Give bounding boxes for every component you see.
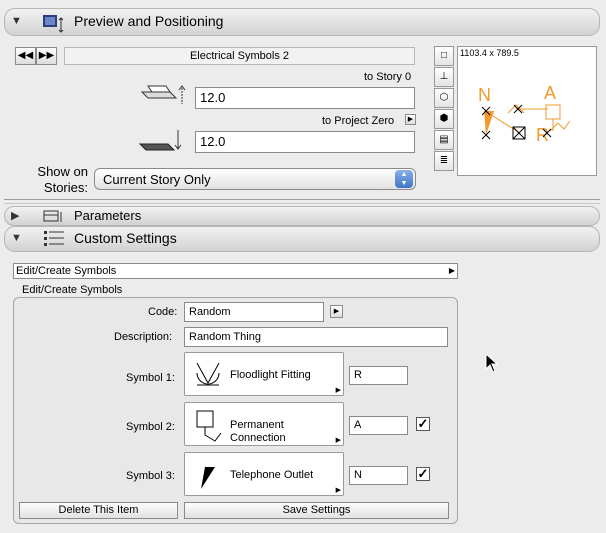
group-label: Edit/Create Symbols [22, 284, 123, 296]
list-view-button[interactable]: ≣ [434, 151, 454, 171]
to-story-label: to Story 0 [364, 71, 412, 83]
section-view-button[interactable]: ⊥ [434, 67, 454, 87]
select-arrows-icon: ▲ ▼ [395, 170, 413, 188]
preview-letter-a: A [544, 83, 556, 103]
next-symbol-button[interactable]: ▶▶ [36, 47, 57, 65]
preview-symbols-drawing: N A R [478, 83, 571, 145]
bottom-offset-field[interactable]: 12.0 [195, 131, 415, 153]
symbol-1-name: Floodlight Fitting [230, 369, 311, 381]
corner-arrow-icon: ▶ [335, 387, 341, 394]
show-on-stories-label: Show on Stories: [32, 164, 88, 196]
symbol-2-checkbox[interactable]: ✓ [416, 417, 430, 431]
bottom-offset-icon [138, 130, 182, 151]
symbol-1-letter-field[interactable]: R [349, 366, 408, 385]
description-field[interactable]: Random Thing [184, 327, 448, 347]
symbol-3-label: Symbol 3: [126, 470, 175, 482]
preview-letter-n: N [478, 85, 491, 105]
symbol-2-label: Symbol 2: [126, 421, 175, 433]
show-on-label: Show on [37, 164, 88, 179]
symbol-3-letter-field[interactable]: N [349, 466, 408, 485]
separator-top [4, 199, 600, 200]
custom-settings-section-icon [44, 231, 64, 246]
plan-view-button[interactable]: □ [434, 46, 454, 66]
preview-section-icon [43, 15, 64, 33]
show-on-stories-select[interactable]: Current Story Only ▲ ▼ [94, 168, 416, 190]
code-label: Code: [148, 306, 178, 318]
save-settings-button[interactable]: Save Settings [184, 502, 449, 519]
preview-section-title: Preview and Positioning [74, 13, 224, 29]
permanent-connection-icon [196, 410, 222, 442]
symbol-2-name: Permanent Connection [230, 419, 286, 444]
preview-window: 1103.4 x 789.5 N A R [457, 46, 597, 176]
to-project-zero-label: to Project Zero [322, 115, 395, 127]
top-offset-field[interactable]: 12.0 [195, 87, 415, 109]
preview-letter-r: R [536, 125, 549, 145]
custom-settings-section-title: Custom Settings [74, 230, 177, 246]
parameters-section-title: Parameters [74, 208, 142, 223]
collapse-triangle-icon[interactable]: ▼ [11, 232, 22, 244]
collapse-triangle-icon[interactable]: ▼ [11, 15, 22, 27]
previous-symbol-button[interactable]: ◀◀ [15, 47, 36, 65]
description-label: Description: [114, 331, 173, 343]
symbol-3-name: Telephone Outlet [230, 469, 314, 481]
stories-label: Stories: [43, 180, 88, 195]
symbol-2-picker[interactable]: Permanent Connection ▶ [184, 402, 344, 446]
symbol-1-picker[interactable]: Floodlight Fitting ▶ [184, 352, 344, 396]
dropdown-arrow-icon: ▶ [448, 266, 455, 275]
expand-triangle-icon[interactable]: ▶ [11, 209, 19, 222]
project-zero-menu-button[interactable]: ▶ [405, 114, 416, 125]
symbol-3-picker[interactable]: Telephone Outlet ▶ [184, 452, 344, 496]
symbol-1-label: Symbol 1: [126, 372, 175, 384]
film-view-button[interactable]: ▤ [434, 130, 454, 150]
corner-arrow-icon: ▶ [335, 437, 341, 444]
floodlight-fitting-icon [196, 362, 220, 386]
symbol-name-field: Electrical Symbols 2 [64, 47, 415, 65]
parameters-section-icon [43, 210, 62, 222]
top-offset-icon [140, 85, 186, 104]
delete-item-button[interactable]: Delete This Item [19, 502, 178, 519]
3d-solid-button[interactable]: ⬢ [434, 109, 454, 129]
separator-mid [4, 203, 600, 204]
3d-wireframe-button[interactable]: ⬡ [434, 88, 454, 108]
code-menu-button[interactable]: ▶ [330, 305, 343, 318]
symbol-2-letter-field[interactable]: A [349, 416, 408, 435]
edit-mode-dropdown[interactable]: Edit/Create Symbols ▶ [13, 263, 458, 279]
symbol-3-checkbox[interactable]: ✓ [416, 467, 430, 481]
edit-mode-dropdown-value: Edit/Create Symbols [16, 265, 117, 277]
code-field[interactable]: Random [184, 302, 324, 322]
telephone-outlet-icon [201, 467, 215, 489]
mouse-cursor-icon [485, 353, 499, 373]
corner-arrow-icon: ▶ [335, 487, 341, 494]
show-on-stories-value: Current Story Only [103, 172, 211, 187]
